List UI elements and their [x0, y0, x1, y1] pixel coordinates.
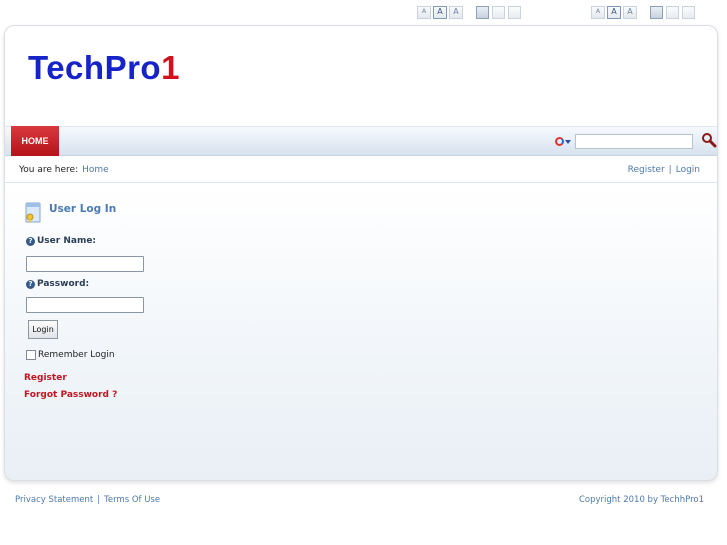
username-label-text: User Name: [37, 236, 97, 246]
terms-link[interactable]: Terms Of Use [104, 495, 160, 505]
login-link[interactable]: Login [676, 165, 700, 175]
search-engine-icon [555, 137, 564, 146]
password-field[interactable] [26, 297, 144, 313]
remember-label[interactable]: Remember Login [38, 350, 115, 360]
search-engine-selector[interactable] [555, 135, 575, 148]
privacy-link[interactable]: Privacy Statement [15, 495, 93, 505]
help-icon[interactable]: ? [26, 279, 35, 289]
breadcrumb-prefix: You are here: [19, 165, 79, 175]
username-field[interactable] [26, 256, 144, 272]
width-medium-button[interactable] [492, 5, 505, 19]
breadcrumb: You are here: Home [19, 165, 109, 175]
font-size-medium-button[interactable]: A [433, 5, 447, 19]
footer-separator: | [97, 495, 101, 505]
register-link[interactable]: Register [628, 165, 665, 175]
breadcrumb-bar: You are here: Home Register | Login [5, 157, 717, 183]
logo-text: TechPro [28, 49, 162, 86]
copyright: Copyright 2010 by TechhPro1 [578, 495, 704, 505]
search-box [555, 133, 717, 149]
account-links: Register | Login [628, 165, 700, 175]
link-separator: | [668, 165, 672, 175]
width-narrow-button[interactable] [476, 5, 489, 19]
width-medium-button[interactable] [666, 5, 679, 19]
font-size-large-button[interactable]: A [623, 5, 637, 19]
footer-links: Privacy Statement | Terms Of Use [15, 495, 160, 505]
breadcrumb-home-link[interactable]: Home [82, 165, 109, 175]
width-narrow-button[interactable] [650, 5, 663, 19]
search-input[interactable] [575, 134, 693, 149]
width-wide-button[interactable] [682, 5, 695, 19]
nav-bar: HOME [5, 126, 717, 156]
login-module-title: User Log In [49, 203, 117, 215]
text-size-toolbar: A A A [417, 5, 521, 19]
text-size-toolbar-secondary: A A A [591, 5, 695, 19]
magnifier-icon[interactable] [701, 132, 717, 148]
register-link-module[interactable]: Register [24, 373, 67, 383]
main-panel: TechPro1 HOME You are here: Home Register… [4, 25, 718, 481]
logo-accent: 1 [161, 49, 180, 86]
font-size-small-button[interactable]: A [591, 5, 605, 19]
width-wide-button[interactable] [508, 5, 521, 19]
font-size-small-button[interactable]: A [417, 5, 431, 19]
username-label: ? User Name: [26, 236, 96, 246]
font-size-large-button[interactable]: A [449, 5, 463, 19]
password-label: ? Password: [26, 279, 89, 289]
forgot-password-link[interactable]: Forgot Password ? [24, 390, 117, 400]
site-logo[interactable]: TechPro1 [28, 49, 180, 87]
folder-key-icon [25, 202, 41, 223]
font-size-medium-button[interactable]: A [607, 5, 621, 19]
nav-home-tab[interactable]: HOME [11, 126, 59, 156]
caret-down-icon [565, 139, 571, 144]
help-icon[interactable]: ? [26, 236, 35, 246]
remember-checkbox[interactable] [26, 350, 36, 360]
remember-login: Remember Login [26, 350, 115, 360]
password-label-text: Password: [37, 279, 90, 289]
login-button[interactable]: Login [28, 320, 58, 339]
